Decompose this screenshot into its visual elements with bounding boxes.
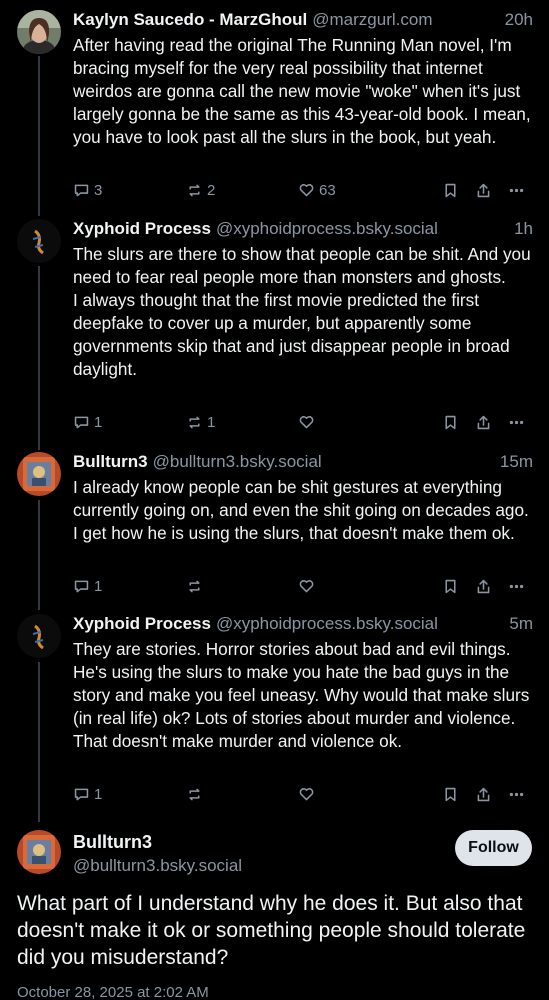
- post-text: After having read the original The Runni…: [73, 35, 531, 147]
- share-icon: [477, 183, 490, 197]
- bookmark-button[interactable]: [442, 576, 459, 596]
- share-button[interactable]: [475, 180, 492, 200]
- repost-count: 2: [207, 181, 216, 199]
- repost-button[interactable]: 1: [186, 412, 215, 432]
- bookmark-icon: [445, 183, 456, 197]
- avatar[interactable]: [17, 830, 61, 874]
- share-button[interactable]: [475, 784, 492, 804]
- reply-count: 1: [94, 785, 103, 803]
- post-time[interactable]: 5m: [509, 614, 533, 636]
- avatar[interactable]: [17, 10, 61, 54]
- repost-arrows-icon: [189, 580, 200, 592]
- author-handle[interactable]: @marzgurl.com: [312, 10, 504, 32]
- heart-icon: [299, 183, 314, 196]
- share-icon: [477, 787, 490, 801]
- author-handle[interactable]: @xyphoidprocess.bsky.social: [216, 219, 514, 241]
- bookmark-button[interactable]: [442, 412, 459, 432]
- post-time[interactable]: 1h: [514, 219, 533, 241]
- repost-arrows-icon: [189, 788, 200, 800]
- reply-count: 1: [94, 413, 103, 431]
- reply-bubble-icon: [74, 580, 89, 592]
- share-icon: [477, 415, 490, 429]
- follow-button[interactable]: Follow: [455, 830, 532, 866]
- bookmark-icon: [445, 787, 456, 801]
- more-dots-icon: [509, 420, 524, 424]
- post-timestamp: October 28, 2025 at 2:02 AM: [17, 984, 209, 1000]
- reply-bubble-icon: [74, 788, 89, 800]
- author-name[interactable]: Xyphoid Process: [73, 219, 211, 241]
- repost-arrows-icon: [189, 184, 200, 196]
- more-button[interactable]: [508, 784, 525, 804]
- more-button[interactable]: [508, 576, 525, 596]
- author-handle[interactable]: @bullturn3.bsky.social: [153, 452, 500, 474]
- repost-count: 1: [207, 413, 216, 431]
- reply-count: 1: [94, 577, 103, 595]
- like-count: 63: [319, 181, 336, 199]
- author-name[interactable]: Kaylyn Saucedo - MarzGhoul: [73, 10, 307, 32]
- like-button[interactable]: 63: [298, 180, 336, 200]
- repost-button[interactable]: 2: [186, 180, 215, 200]
- reply-count: 3: [94, 181, 103, 199]
- bookmark-icon: [445, 579, 456, 593]
- reply-bubble-icon: [74, 184, 89, 196]
- heart-icon: [299, 579, 314, 592]
- share-button[interactable]: [475, 576, 492, 596]
- thread-line: [38, 266, 40, 450]
- heart-icon: [299, 415, 314, 428]
- reply-button[interactable]: 3: [73, 180, 102, 200]
- more-dots-icon: [509, 584, 524, 588]
- bookmark-button[interactable]: [442, 784, 459, 804]
- post-time[interactable]: 20h: [505, 10, 533, 32]
- avatar[interactable]: [17, 219, 61, 263]
- like-button[interactable]: [298, 412, 319, 432]
- author-handle[interactable]: @bullturn3.bsky.social: [73, 856, 242, 876]
- post-text: I already know people can be shit gestur…: [73, 477, 529, 543]
- more-button[interactable]: [508, 180, 525, 200]
- repost-button[interactable]: [186, 576, 207, 596]
- heart-icon: [299, 787, 314, 800]
- avatar[interactable]: [17, 452, 61, 496]
- share-icon: [477, 579, 490, 593]
- repost-arrows-icon: [189, 416, 200, 428]
- more-dots-icon: [509, 188, 524, 192]
- author-name[interactable]: Xyphoid Process: [73, 614, 211, 636]
- reply-button[interactable]: 1: [73, 784, 102, 804]
- avatar[interactable]: [17, 614, 61, 658]
- thread-line: [38, 500, 40, 610]
- reply-button[interactable]: 1: [73, 412, 102, 432]
- bookmark-icon: [445, 415, 456, 429]
- thread-line: [38, 56, 40, 216]
- more-dots-icon: [509, 792, 524, 796]
- post-time[interactable]: 15m: [500, 452, 533, 474]
- author-name[interactable]: Bullturn3: [73, 452, 148, 474]
- like-button[interactable]: [298, 784, 319, 804]
- author-handle[interactable]: @xyphoidprocess.bsky.social: [216, 614, 509, 636]
- bookmark-button[interactable]: [442, 180, 459, 200]
- like-button[interactable]: [298, 576, 319, 596]
- post-text: What part of I understand why he does it…: [17, 892, 526, 969]
- reply-bubble-icon: [74, 416, 89, 428]
- share-button[interactable]: [475, 412, 492, 432]
- more-button[interactable]: [508, 412, 525, 432]
- author-name[interactable]: Bullturn3: [73, 832, 152, 853]
- post-actions: 3 2 63: [73, 180, 533, 200]
- post-text: They are stories. Horror stories about b…: [73, 639, 530, 751]
- post-actions: 1: [73, 784, 533, 804]
- reply-button[interactable]: 1: [73, 576, 102, 596]
- post-text: The slurs are there to show that people …: [73, 244, 531, 379]
- repost-button[interactable]: [186, 784, 207, 804]
- post-actions: 1: [73, 576, 533, 596]
- thread-line: [38, 662, 40, 822]
- post-actions: 1 1: [73, 412, 533, 432]
